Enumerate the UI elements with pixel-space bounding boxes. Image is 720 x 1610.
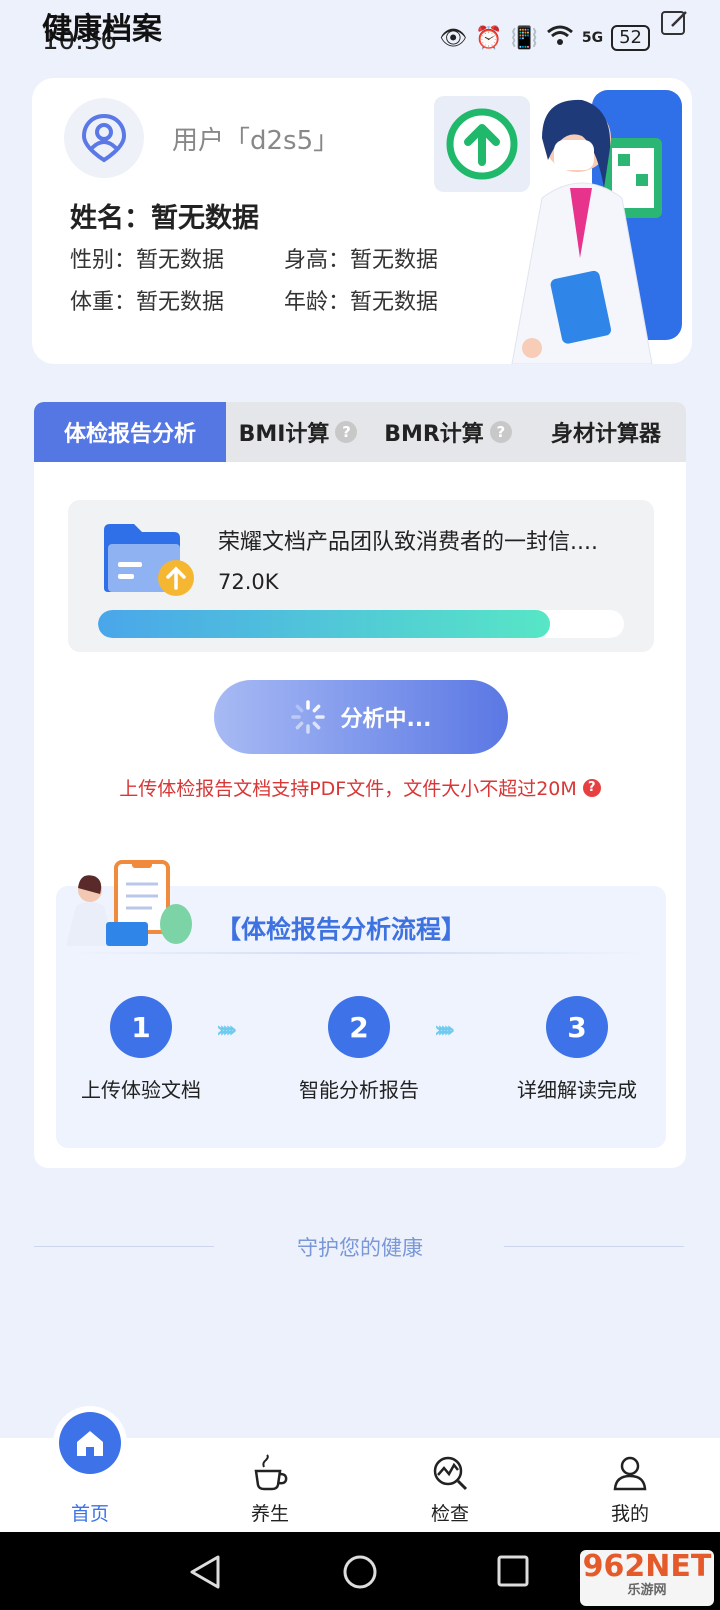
file-size: 72.0K [218,570,279,594]
status-bar: 10:36 健康档案 👁 ⏰ 📳 5G 52 [0,0,720,70]
chevrons-right-icon: ››››› [434,1018,455,1043]
nav-home[interactable]: 首页 [0,1412,180,1532]
main-panel: 荣耀文档产品团队致消费者的一封信.... 72.0K 分析中... 上传体检报告… [34,462,686,1168]
nav-check[interactable]: 检查 [360,1438,540,1532]
nav-label: 我的 [610,1503,649,1525]
analyze-button[interactable]: 分析中... [214,680,508,754]
back-icon[interactable] [188,1554,222,1590]
process-step-2: 2 智能分析报告 [274,996,444,1103]
footer-slogan: 守护您的健康 [297,1236,423,1260]
upload-progress-bar [98,610,624,638]
vibrate-icon: 📳 [510,25,538,51]
recents-icon[interactable] [496,1554,530,1588]
signal-icon: 5G [581,30,604,46]
home-icon [59,1412,121,1474]
step-label: 智能分析报告 [299,1078,419,1102]
spinner-icon [291,700,326,734]
wifi-icon [546,24,574,52]
step-label: 详细解读完成 [517,1078,637,1102]
step-label: 上传体验文档 [81,1078,201,1102]
step-number: 1 [110,996,172,1058]
profile-card: 用户「d2s5」 姓名：暂无数据 性别：暂无数据 身高：暂无数据 体重：暂无数据… [32,78,692,364]
process-title: 【体检报告分析流程】 [216,915,467,944]
tab-bar: 体检报告分析 BMI计算 ? BMR计算 ? 身材计算器 [34,402,686,462]
user-location-icon [81,113,127,163]
step-number: 2 [328,996,390,1058]
question-icon[interactable]: ? [582,778,601,797]
process-step-1: 1 上传体验文档 [56,996,226,1103]
uploaded-file-card: 荣耀文档产品团队致消费者的一封信.... 72.0K [68,500,654,652]
divider [76,952,646,954]
process-step-3: 3 详细解读完成 [492,996,662,1103]
nav-label: 养生 [250,1503,289,1525]
gender-field: 性别：暂无数据 [70,248,225,273]
chart-search-icon [433,1456,468,1491]
tab-label: 身材计算器 [550,422,661,447]
person-icon [613,1456,647,1491]
avatar[interactable] [64,98,144,178]
tea-cup-icon [254,1454,288,1491]
nav-mine[interactable]: 我的 [540,1438,720,1532]
arrow-up-circle-icon [446,108,518,180]
status-icons: 👁 ⏰ 📳 5G 52 [439,24,650,52]
tab-bmi[interactable]: BMI计算 ? [226,402,370,462]
height-field: 身高：暂无数据 [284,248,439,273]
home-circle-icon[interactable] [342,1554,378,1590]
folder-upload-icon [104,524,194,596]
tab-bmr[interactable]: BMR计算 ? [370,402,526,462]
eye-icon: 👁 [439,25,468,51]
help-icon[interactable]: ? [335,421,358,443]
analyze-button-label: 分析中... [340,707,432,732]
tab-label: 体检报告分析 [63,422,196,447]
upload-badge [434,96,530,192]
age-field: 年龄：暂无数据 [284,290,439,315]
bottom-nav: 首页 养生 检查 我的 [0,1412,720,1532]
file-name: 荣耀文档产品团队致消费者的一封信.... [218,530,598,555]
battery-icon: 52 [611,25,650,51]
watermark-main: 962NET [582,1549,712,1584]
watermark-sub: 乐游网 [627,1583,667,1598]
tab-body-calculator[interactable]: 身材计算器 [526,402,686,462]
full-name: 姓名：暂无数据 [70,203,259,234]
process-section: 【体检报告分析流程】 1 上传体验文档 ››››› 2 智能分析报告 ›››››… [56,860,666,1148]
weight-field: 体重：暂无数据 [70,290,225,315]
user-name: 用户「d2s5」 [172,126,340,156]
tab-report-analysis[interactable]: 体检报告分析 [34,402,226,462]
alarm-icon: ⏰ [475,25,503,51]
upload-hint-text: 上传体检报告文档支持PDF文件，文件大小不超过20M [119,778,577,800]
nav-label: 首页 [70,1503,109,1525]
chevrons-right-icon: ››››› [216,1018,237,1043]
help-icon[interactable]: ? [489,421,512,443]
step-number: 3 [546,996,608,1058]
doctor-clipboard-illustration [66,860,192,946]
app-title: 健康档案 [42,12,162,47]
tab-label: BMI计算 [238,422,330,447]
edit-icon[interactable] [658,6,692,40]
watermark-logo: 962NET 乐游网 [580,1550,714,1606]
tab-label: BMR计算 [384,422,484,447]
nav-wellness[interactable]: 养生 [180,1438,360,1532]
upload-progress-fill [98,610,551,638]
nav-label: 检查 [430,1503,469,1525]
upload-hint: 上传体检报告文档支持PDF文件，文件大小不超过20M ? [34,774,686,801]
